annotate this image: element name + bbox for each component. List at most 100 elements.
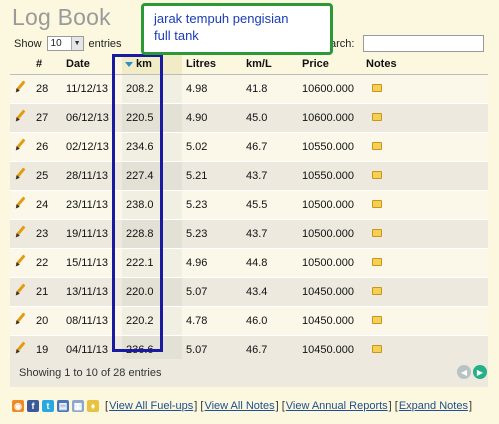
- note-icon[interactable]: [372, 141, 382, 150]
- calendar-icon[interactable]: ▦: [72, 400, 84, 412]
- header-price[interactable]: Price: [298, 54, 362, 75]
- notes-cell: [362, 132, 488, 162]
- price-cell: 10600.000: [298, 103, 362, 133]
- header-notes[interactable]: Notes: [362, 54, 488, 75]
- notes-cell: [362, 277, 488, 307]
- edit-cell: [10, 132, 32, 162]
- pencil-icon[interactable]: [14, 342, 26, 354]
- table-row: 28 11/12/13 208.2 4.98 41.8 10600.000: [10, 74, 488, 104]
- header-litres[interactable]: Litres: [182, 54, 242, 75]
- note-icon[interactable]: [372, 257, 382, 266]
- notes-cell: [362, 306, 488, 336]
- id-cell: 20: [32, 306, 62, 336]
- date-cell: 08/11/13: [62, 306, 122, 336]
- note-icon[interactable]: [372, 315, 382, 324]
- price-cell: 10600.000: [298, 74, 362, 104]
- header-kml[interactable]: km/L: [242, 54, 298, 75]
- entries-label: entries: [88, 37, 122, 50]
- shield-icon[interactable]: ♦: [87, 400, 99, 412]
- edit-cell: [10, 103, 32, 133]
- kml-cell: 46.0: [242, 306, 298, 336]
- header-km[interactable]: km: [122, 54, 182, 75]
- table-row: 24 23/11/13 238.0 5.23 45.5 10500.000: [10, 190, 488, 220]
- date-cell: 19/11/13: [62, 219, 122, 249]
- litres-cell: 4.90: [182, 103, 242, 133]
- litres-cell: 4.98: [182, 74, 242, 104]
- price-cell: 10500.000: [298, 248, 362, 278]
- save-icon[interactable]: ▤: [57, 400, 69, 412]
- table-info: Showing 1 to 10 of 28 entries: [19, 367, 162, 379]
- id-cell: 27: [32, 103, 62, 133]
- note-icon[interactable]: [372, 199, 382, 208]
- km-cell: 220.0: [122, 277, 182, 307]
- km-cell: 234.6: [122, 132, 182, 162]
- note-icon[interactable]: [372, 83, 382, 92]
- litres-cell: 5.21: [182, 161, 242, 191]
- kml-cell: 45.5: [242, 190, 298, 220]
- previous-page-icon[interactable]: ◀: [457, 365, 471, 379]
- entries-select-value: 10: [50, 38, 62, 49]
- facebook-icon[interactable]: f: [27, 400, 39, 412]
- search-input[interactable]: [363, 35, 484, 52]
- pencil-icon[interactable]: [14, 197, 26, 209]
- pencil-icon[interactable]: [14, 226, 26, 238]
- chevron-down-icon[interactable]: ▼: [70, 37, 83, 50]
- kml-cell: 41.8: [242, 74, 298, 104]
- kml-cell: 46.7: [242, 132, 298, 162]
- link-expand-notes[interactable]: Expand Notes: [399, 400, 468, 412]
- price-cell: 10500.000: [298, 190, 362, 220]
- edit-cell: [10, 248, 32, 278]
- link-view-all-fuel-ups[interactable]: View All Fuel-ups: [109, 400, 193, 412]
- notes-cell: [362, 219, 488, 249]
- date-cell: 28/11/13: [62, 161, 122, 191]
- entries-select[interactable]: 10 ▼: [46, 36, 84, 51]
- table-row: 26 02/12/13 234.6 5.02 46.7 10550.000: [10, 132, 488, 162]
- page-title: Log Book: [12, 4, 111, 30]
- header-id[interactable]: #: [32, 54, 62, 75]
- header-edit: [10, 54, 32, 75]
- kml-cell: 43.7: [242, 161, 298, 191]
- km-cell: 238.0: [122, 190, 182, 220]
- notes-cell: [362, 190, 488, 220]
- show-label: Show: [14, 37, 42, 50]
- edit-cell: [10, 306, 32, 336]
- price-cell: 10450.000: [298, 306, 362, 336]
- link-view-annual-reports[interactable]: View Annual Reports: [286, 400, 388, 412]
- date-cell: 15/11/13: [62, 248, 122, 278]
- id-cell: 28: [32, 74, 62, 104]
- id-cell: 23: [32, 219, 62, 249]
- id-cell: 21: [32, 277, 62, 307]
- link-view-all-notes[interactable]: View All Notes: [204, 400, 274, 412]
- km-cell: 220.2: [122, 306, 182, 336]
- pencil-icon[interactable]: [14, 284, 26, 296]
- table-row: 20 08/11/13 220.2 4.78 46.0 10450.000: [10, 306, 488, 336]
- pencil-icon[interactable]: [14, 255, 26, 267]
- rss-icon[interactable]: ◉: [12, 400, 24, 412]
- pencil-icon[interactable]: [14, 139, 26, 151]
- date-cell: 13/11/13: [62, 277, 122, 307]
- price-cell: 10550.000: [298, 132, 362, 162]
- note-icon[interactable]: [372, 344, 382, 353]
- table-row: 22 15/11/13 222.1 4.96 44.8 10500.000: [10, 248, 488, 278]
- annotation-line-2: full tank: [154, 28, 199, 43]
- edit-cell: [10, 161, 32, 191]
- pencil-icon[interactable]: [14, 313, 26, 325]
- note-icon[interactable]: [372, 286, 382, 295]
- bottom-links: ◉ f t ▤ ▦ ♦ [View All Fuel-ups] [View Al…: [12, 400, 472, 412]
- note-icon[interactable]: [372, 112, 382, 121]
- twitter-icon[interactable]: t: [42, 400, 54, 412]
- header-date[interactable]: Date: [62, 54, 122, 75]
- pencil-icon[interactable]: [14, 168, 26, 180]
- notes-cell: [362, 248, 488, 278]
- next-page-icon[interactable]: ▶: [473, 365, 487, 379]
- pencil-icon[interactable]: [14, 110, 26, 122]
- edit-cell: [10, 219, 32, 249]
- price-cell: 10550.000: [298, 161, 362, 191]
- note-icon[interactable]: [372, 228, 382, 237]
- edit-cell: [10, 190, 32, 220]
- km-cell: 227.4: [122, 161, 182, 191]
- pencil-icon[interactable]: [14, 81, 26, 93]
- note-icon[interactable]: [372, 170, 382, 179]
- notes-cell: [362, 74, 488, 104]
- id-cell: 26: [32, 132, 62, 162]
